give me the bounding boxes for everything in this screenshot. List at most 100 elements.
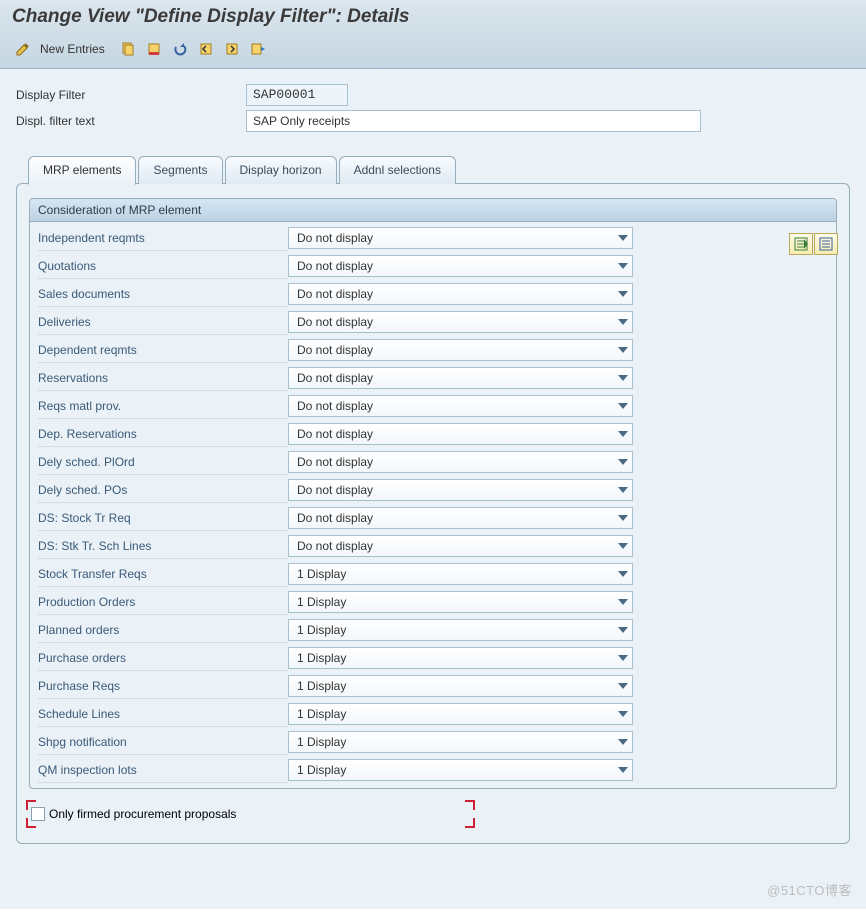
field-row: Purchase orders1 Display [30,644,836,672]
display-filter-text-label: Displ. filter text [16,114,246,128]
field-select[interactable]: 1 Display [288,731,633,753]
new-entries-button[interactable]: New Entries [38,42,113,56]
display-filter-label: Display Filter [16,88,246,102]
tab-add[interactable]: Addnl selections [339,156,456,184]
field-select[interactable]: 1 Display [288,591,633,613]
chevron-down-icon [618,683,628,689]
tab-dh[interactable]: Display horizon [225,156,337,184]
field-label: Production Orders [38,589,288,615]
field-select[interactable]: Do not display [288,255,633,277]
field-label: Reqs matl prov. [38,393,288,419]
chevron-down-icon [618,627,628,633]
field-row: Dely sched. PlOrd Do not display [30,448,836,476]
field-row: Reqs matl prov. Do not display [30,392,836,420]
field-row: Schedule Lines1 Display [30,700,836,728]
field-select[interactable]: 1 Display [288,703,633,725]
field-row: DS: Stk Tr. Sch Lines Do not display [30,532,836,560]
field-select[interactable]: Do not display [288,479,633,501]
toggle-edit-icon[interactable] [12,38,34,60]
display-filter-text-input[interactable] [246,110,701,132]
tab-mrp[interactable]: MRP elements [28,156,136,185]
chevron-down-icon [618,767,628,773]
field-select[interactable]: Do not display [288,451,633,473]
field-value: Do not display [297,455,373,469]
field-select[interactable]: Do not display [288,283,633,305]
deselect-all-icon[interactable] [814,233,838,255]
field-row: Sales documentsDo not display [30,280,836,308]
field-label: Dely sched. PlOrd [38,449,288,475]
chevron-down-icon [618,599,628,605]
field-label: DS: Stk Tr. Sch Lines [38,533,288,559]
chevron-down-icon [618,487,628,493]
watermark: @51CTO博客 [767,880,852,899]
field-value: Do not display [297,539,373,553]
field-value: Do not display [297,315,373,329]
chevron-down-icon [618,291,628,297]
field-label: Planned orders [38,617,288,643]
firmed-proposals-label: Only firmed procurement proposals [49,807,236,821]
field-select[interactable]: Do not display [288,311,633,333]
undo-icon[interactable] [169,38,191,60]
field-row: Purchase Reqs1 Display [30,672,836,700]
field-row: DeliveriesDo not display [30,308,836,336]
field-value: Do not display [297,343,373,357]
field-select[interactable]: 1 Display [288,675,633,697]
field-select[interactable]: 1 Display [288,619,633,641]
field-value: Do not display [297,483,373,497]
field-value: Do not display [297,287,373,301]
field-label: Independent reqmts [38,225,288,251]
field-value: Do not display [297,231,373,245]
field-label: Schedule Lines [38,701,288,727]
page-title: Change View "Define Display Filter": Det… [12,6,854,28]
field-row: Dep. Reservations Do not display [30,420,836,448]
field-select[interactable]: Do not display [288,507,633,529]
field-label: DS: Stock Tr Req [38,505,288,531]
field-select[interactable]: 1 Display [288,563,633,585]
field-select[interactable]: Do not display [288,227,633,249]
mrp-group: Consideration of MRP element Independent… [29,198,837,789]
field-select[interactable]: Do not display [288,423,633,445]
field-select[interactable]: Do not display [288,339,633,361]
field-label: QM inspection lots [38,757,288,783]
chevron-down-icon [618,515,628,521]
field-value: Do not display [297,511,373,525]
select-all-icon[interactable] [789,233,813,255]
field-value: 1 Display [297,595,346,609]
field-select[interactable]: Do not display [288,367,633,389]
next-entry-icon[interactable] [221,38,243,60]
other-entry-icon[interactable] [247,38,269,60]
chevron-down-icon [618,235,628,241]
field-label: Dely sched. POs [38,477,288,503]
field-value: Do not display [297,371,373,385]
field-value: 1 Display [297,651,346,665]
field-row: Production Orders 1 Display [30,588,836,616]
chevron-down-icon [618,263,628,269]
field-row: ReservationsDo not display [30,364,836,392]
field-value: 1 Display [297,763,346,777]
field-value: Do not display [297,427,373,441]
field-select[interactable]: 1 Display [288,647,633,669]
delete-icon[interactable] [143,38,165,60]
tab-body: Consideration of MRP element Independent… [16,183,850,844]
field-row: Dependent reqmts Do not display [30,336,836,364]
tab-seg[interactable]: Segments [138,156,222,184]
field-label: Stock Transfer Reqs [38,561,288,587]
field-row: Shpg notification1 Display [30,728,836,756]
chevron-down-icon [618,655,628,661]
group-title: Consideration of MRP element [30,199,836,222]
field-label: Dependent reqmts [38,337,288,363]
prev-entry-icon[interactable] [195,38,217,60]
copy-as-icon[interactable] [117,38,139,60]
field-row: Dely sched. POs Do not display [30,476,836,504]
field-value: 1 Display [297,567,346,581]
field-select[interactable]: Do not display [288,535,633,557]
field-label: Dep. Reservations [38,421,288,447]
toolbar: New Entries [12,38,854,60]
chevron-down-icon [618,431,628,437]
field-row: Planned orders1 Display [30,616,836,644]
field-select[interactable]: 1 Display [288,759,633,781]
field-row: DS: Stock Tr Req Do not display [30,504,836,532]
field-value: Do not display [297,399,373,413]
field-select[interactable]: Do not display [288,395,633,417]
chevron-down-icon [618,459,628,465]
